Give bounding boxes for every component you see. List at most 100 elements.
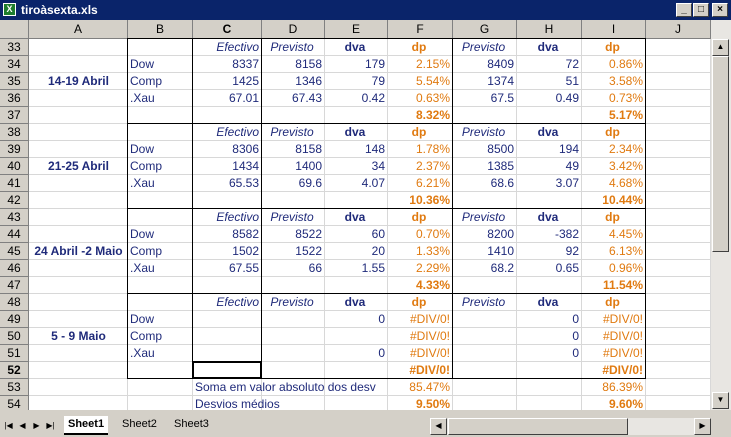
header-previsto[interactable]: Previsto [262, 124, 322, 141]
row-header-44[interactable]: 44 [0, 226, 29, 243]
header-dva-2[interactable]: dva [517, 294, 579, 311]
column-header-f[interactable]: F [388, 20, 453, 39]
maximize-button[interactable]: □ [693, 3, 709, 17]
data-cell[interactable]: 1385 [453, 158, 514, 175]
data-cell[interactable]: 72 [517, 56, 579, 73]
data-cell[interactable]: 51 [517, 73, 579, 90]
data-cell[interactable]: 2.15% [388, 56, 450, 73]
row-header-40[interactable]: 40 [0, 158, 29, 175]
summary-desvios-label[interactable]: Desvios médios [195, 396, 385, 410]
data-cell[interactable]: 0.63% [388, 90, 450, 107]
next-sheet-icon[interactable]: ▶ [30, 419, 43, 433]
data-cell[interactable]: 8582 [193, 226, 259, 243]
data-cell[interactable] [193, 328, 259, 345]
column-header-d[interactable]: D [262, 20, 325, 39]
column-header-i[interactable]: I [582, 20, 646, 39]
data-cell[interactable]: 60 [325, 226, 385, 243]
header-dva[interactable]: dva [325, 124, 385, 141]
vertical-scroll-thumb[interactable] [712, 56, 729, 252]
header-dp[interactable]: dp [388, 294, 450, 311]
data-cell[interactable]: 8158 [262, 141, 322, 158]
item-label[interactable]: Dow [130, 311, 192, 328]
row-header-54[interactable]: 54 [0, 396, 29, 410]
vertical-scrollbar[interactable]: ▲ ▼ [711, 20, 731, 410]
column-header-g[interactable]: G [453, 20, 517, 39]
column-header-c[interactable]: C [193, 20, 262, 39]
header-dp-2[interactable]: dp [582, 209, 643, 226]
summary-desvios-f[interactable]: 9.50% [388, 396, 450, 410]
data-cell[interactable]: 20 [325, 243, 385, 260]
header-dva-2[interactable]: dva [517, 209, 579, 226]
data-cell[interactable]: 0.49 [517, 90, 579, 107]
data-cell[interactable]: 1.33% [388, 243, 450, 260]
item-label[interactable]: Comp [130, 328, 192, 345]
sheet-tab-1[interactable]: Sheet1 [64, 416, 109, 435]
header-previsto[interactable]: Previsto [262, 39, 322, 56]
data-cell[interactable] [453, 311, 514, 328]
item-label[interactable]: .Xau [130, 260, 192, 277]
horizontal-scroll-thumb[interactable] [448, 418, 628, 435]
row-header-39[interactable]: 39 [0, 141, 29, 158]
row-header-47[interactable]: 47 [0, 277, 29, 294]
sheet-tab-3[interactable]: Sheet3 [170, 416, 213, 433]
summary-soma-i[interactable]: 86.39% [582, 379, 643, 396]
header-efectivo[interactable]: Efectivo [193, 39, 259, 56]
summary-soma-f[interactable]: 85.47% [388, 379, 450, 396]
row-header-37[interactable]: 37 [0, 107, 29, 124]
data-cell[interactable]: 0 [517, 328, 579, 345]
item-label[interactable]: .Xau [130, 90, 192, 107]
header-previsto-2[interactable]: Previsto [453, 124, 514, 141]
data-cell[interactable] [193, 311, 259, 328]
data-cell[interactable]: 0 [517, 345, 579, 362]
item-label[interactable]: .Xau [130, 345, 192, 362]
data-cell[interactable]: 92 [517, 243, 579, 260]
header-previsto-2[interactable]: Previsto [453, 39, 514, 56]
data-cell[interactable]: 148 [325, 141, 385, 158]
row-header-43[interactable]: 43 [0, 209, 29, 226]
data-cell[interactable]: 68.2 [453, 260, 514, 277]
header-dva-2[interactable]: dva [517, 39, 579, 56]
data-cell[interactable] [262, 328, 322, 345]
spreadsheet-grid[interactable]: A B C D E F G H I J 33 34 35 36 37 38 39 40 41 42 43 44 45 46 47… [0, 20, 711, 410]
scroll-up-arrow-icon[interactable]: ▲ [712, 39, 729, 56]
data-cell[interactable]: #DIV/0! [582, 311, 643, 328]
header-dp[interactable]: dp [388, 209, 450, 226]
column-header-b[interactable]: B [128, 20, 193, 39]
data-cell[interactable]: 0.42 [325, 90, 385, 107]
total-dp-i[interactable]: #DIV/0! [582, 362, 643, 379]
header-dp[interactable]: dp [388, 39, 450, 56]
horizontal-scrollbar[interactable]: ◀ ▶ [430, 418, 711, 435]
item-label[interactable]: Dow [130, 56, 192, 73]
prev-sheet-icon[interactable]: ◀ [16, 419, 29, 433]
scroll-left-arrow-icon[interactable]: ◀ [430, 418, 447, 435]
data-cell[interactable]: #DIV/0! [388, 345, 450, 362]
header-dva[interactable]: dva [325, 294, 385, 311]
data-cell[interactable] [453, 345, 514, 362]
column-header-a[interactable]: A [29, 20, 128, 39]
column-header-h[interactable]: H [517, 20, 582, 39]
close-button[interactable]: × [712, 3, 728, 17]
summary-desvios-i[interactable]: 9.60% [582, 396, 643, 410]
header-dva[interactable]: dva [325, 39, 385, 56]
row-header-45[interactable]: 45 [0, 243, 29, 260]
row-header-34[interactable]: 34 [0, 56, 29, 73]
data-cell[interactable]: 1.78% [388, 141, 450, 158]
sheet-tab-2[interactable]: Sheet2 [118, 416, 161, 433]
data-cell[interactable]: 68.6 [453, 175, 514, 192]
header-previsto-2[interactable]: Previsto [453, 294, 514, 311]
data-cell[interactable]: 1425 [193, 73, 259, 90]
header-previsto[interactable]: Previsto [262, 294, 322, 311]
data-cell[interactable]: 0 [325, 345, 385, 362]
data-cell[interactable]: 5.54% [388, 73, 450, 90]
header-dp-2[interactable]: dp [582, 39, 643, 56]
data-cell[interactable]: 67.55 [193, 260, 259, 277]
data-cell[interactable]: 0.73% [582, 90, 643, 107]
title-bar[interactable]: X tiroàsexta.xls _ □ × [0, 0, 731, 20]
data-cell[interactable]: 3.58% [582, 73, 643, 90]
row-header-49[interactable]: 49 [0, 311, 29, 328]
total-dp-f[interactable]: 8.32% [388, 107, 450, 124]
first-sheet-icon[interactable]: |◀ [2, 419, 15, 433]
data-cell[interactable] [193, 345, 259, 362]
row-header-50[interactable]: 50 [0, 328, 29, 345]
column-header-j[interactable]: J [646, 20, 711, 39]
